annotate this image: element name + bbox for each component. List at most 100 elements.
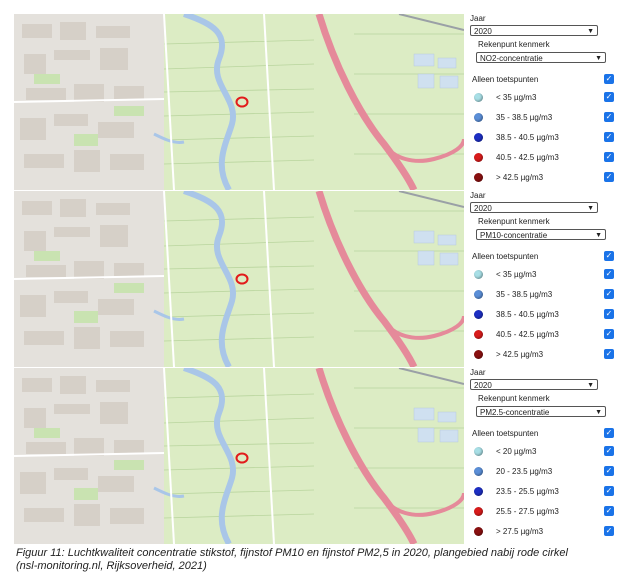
year-label: Jaar (470, 191, 486, 200)
toetspunten-label: Alleen toetspunten (472, 252, 539, 261)
chevron-down-icon: ▼ (587, 205, 594, 212)
kenmerk-select-value: PM10-concentratie (480, 231, 548, 240)
legend-item[interactable]: 20 - 23.5 µg/m3 ✓ (470, 464, 620, 480)
kenmerk-label: Rekenpunt kenmerk (478, 394, 550, 403)
legend-swatch-icon (474, 153, 483, 162)
toetspunten-checkbox[interactable]: ✓ (604, 74, 614, 84)
year-label: Jaar (470, 368, 486, 377)
legend-item[interactable]: > 42.5 µg/m3 ✓ (470, 170, 620, 186)
legend-item[interactable]: 23.5 - 25.5 µg/m3 ✓ (470, 484, 620, 500)
legend-swatch-icon (474, 93, 483, 102)
chevron-down-icon: ▼ (595, 409, 602, 416)
legend-swatch-icon (474, 447, 483, 456)
figure-caption: Figuur 11: Luchtkwaliteit concentratie s… (16, 547, 636, 573)
legend-label: > 42.5 µg/m3 (496, 173, 544, 182)
legend-checkbox[interactable]: ✓ (604, 486, 614, 496)
legend-checkbox[interactable]: ✓ (604, 466, 614, 476)
year-select-value: 2020 (474, 27, 492, 36)
year-label: Jaar (470, 14, 486, 23)
legend-checkbox[interactable]: ✓ (604, 506, 614, 516)
map-panel: Jaar 2020 ▼ Rekenpunt kenmerk NO2-concen… (14, 14, 624, 190)
legend-item[interactable]: 35 - 38.5 µg/m3 ✓ (470, 110, 620, 126)
location-marker-icon (235, 96, 249, 108)
toetspunten-row[interactable]: Alleen toetspunten ✓ (470, 249, 620, 265)
legend-checkbox[interactable]: ✓ (604, 349, 614, 359)
map-control-panel: Jaar 2020 ▼ Rekenpunt kenmerk PM2.5-conc… (468, 368, 624, 544)
legend-checkbox[interactable]: ✓ (604, 112, 614, 122)
kenmerk-select-value: PM2.5-concentratie (480, 408, 550, 417)
toetspunten-label: Alleen toetspunten (472, 429, 539, 438)
legend-label: 25.5 - 27.5 µg/m3 (496, 507, 559, 516)
legend-checkbox[interactable]: ✓ (604, 526, 614, 536)
legend-swatch-icon (474, 330, 483, 339)
toetspunten-label: Alleen toetspunten (472, 75, 539, 84)
legend-checkbox[interactable]: ✓ (604, 309, 614, 319)
legend-label: 38.5 - 40.5 µg/m3 (496, 310, 559, 319)
map-view[interactable] (14, 191, 464, 367)
legend-item[interactable]: 35 - 38.5 µg/m3 ✓ (470, 287, 620, 303)
legend-item[interactable]: > 27.5 µg/m3 ✓ (470, 524, 620, 540)
year-select[interactable]: 2020 ▼ (470, 202, 598, 213)
legend-label: > 27.5 µg/m3 (496, 527, 544, 536)
toetspunten-row[interactable]: Alleen toetspunten ✓ (470, 72, 620, 88)
year-select-value: 2020 (474, 204, 492, 213)
kenmerk-select[interactable]: NO2-concentratie ▼ (476, 52, 606, 63)
map-control-panel: Jaar 2020 ▼ Rekenpunt kenmerk NO2-concen… (468, 14, 624, 190)
legend-checkbox[interactable]: ✓ (604, 269, 614, 279)
legend-swatch-icon (474, 310, 483, 319)
legend-swatch-icon (474, 350, 483, 359)
legend-swatch-icon (474, 467, 483, 476)
caption-line-2: (nsl-monitoring.nl, Rijksoverheid, 2021) (16, 560, 207, 572)
map-panel: Jaar 2020 ▼ Rekenpunt kenmerk PM10-conce… (14, 191, 624, 367)
legend-label: 23.5 - 25.5 µg/m3 (496, 487, 559, 496)
legend-item[interactable]: 38.5 - 40.5 µg/m3 ✓ (470, 307, 620, 323)
legend-checkbox[interactable]: ✓ (604, 446, 614, 456)
legend-label: 20 - 23.5 µg/m3 (496, 467, 553, 476)
legend-item[interactable]: < 20 µg/m3 ✓ (470, 444, 620, 460)
year-select[interactable]: 2020 ▼ (470, 25, 598, 36)
map-view[interactable] (14, 14, 464, 190)
location-marker-icon (235, 452, 249, 464)
toetspunten-checkbox[interactable]: ✓ (604, 428, 614, 438)
legend-checkbox[interactable]: ✓ (604, 152, 614, 162)
legend-checkbox[interactable]: ✓ (604, 132, 614, 142)
legend-swatch-icon (474, 173, 483, 182)
legend-label: 38.5 - 40.5 µg/m3 (496, 133, 559, 142)
map-panel: Jaar 2020 ▼ Rekenpunt kenmerk PM2.5-conc… (14, 368, 624, 544)
legend-swatch-icon (474, 507, 483, 516)
map-control-panel: Jaar 2020 ▼ Rekenpunt kenmerk PM10-conce… (468, 191, 624, 367)
legend-item[interactable]: 25.5 - 27.5 µg/m3 ✓ (470, 504, 620, 520)
kenmerk-select[interactable]: PM2.5-concentratie ▼ (476, 406, 606, 417)
legend-swatch-icon (474, 527, 483, 536)
legend-item[interactable]: < 35 µg/m3 ✓ (470, 90, 620, 106)
legend-checkbox[interactable]: ✓ (604, 92, 614, 102)
legend-checkbox[interactable]: ✓ (604, 329, 614, 339)
map-view[interactable] (14, 368, 464, 544)
chevron-down-icon: ▼ (595, 232, 602, 239)
legend-label: < 35 µg/m3 (496, 270, 537, 279)
legend-swatch-icon (474, 113, 483, 122)
kenmerk-label: Rekenpunt kenmerk (478, 40, 550, 49)
caption-line-1: Figuur 11: Luchtkwaliteit concentratie s… (16, 547, 568, 559)
legend-label: < 20 µg/m3 (496, 447, 537, 456)
legend-label: 35 - 38.5 µg/m3 (496, 290, 553, 299)
legend-item[interactable]: > 42.5 µg/m3 ✓ (470, 347, 620, 363)
legend-item[interactable]: 40.5 - 42.5 µg/m3 ✓ (470, 327, 620, 343)
legend-checkbox[interactable]: ✓ (604, 289, 614, 299)
toetspunten-row[interactable]: Alleen toetspunten ✓ (470, 426, 620, 442)
kenmerk-select[interactable]: PM10-concentratie ▼ (476, 229, 606, 240)
location-marker-icon (235, 273, 249, 285)
legend-label: 40.5 - 42.5 µg/m3 (496, 153, 559, 162)
legend-checkbox[interactable]: ✓ (604, 172, 614, 182)
legend-item[interactable]: < 35 µg/m3 ✓ (470, 267, 620, 283)
toetspunten-checkbox[interactable]: ✓ (604, 251, 614, 261)
legend-item[interactable]: 38.5 - 40.5 µg/m3 ✓ (470, 130, 620, 146)
chevron-down-icon: ▼ (587, 382, 594, 389)
legend-swatch-icon (474, 133, 483, 142)
legend-item[interactable]: 40.5 - 42.5 µg/m3 ✓ (470, 150, 620, 166)
chevron-down-icon: ▼ (587, 28, 594, 35)
year-select-value: 2020 (474, 381, 492, 390)
legend-label: 40.5 - 42.5 µg/m3 (496, 330, 559, 339)
year-select[interactable]: 2020 ▼ (470, 379, 598, 390)
legend-swatch-icon (474, 487, 483, 496)
